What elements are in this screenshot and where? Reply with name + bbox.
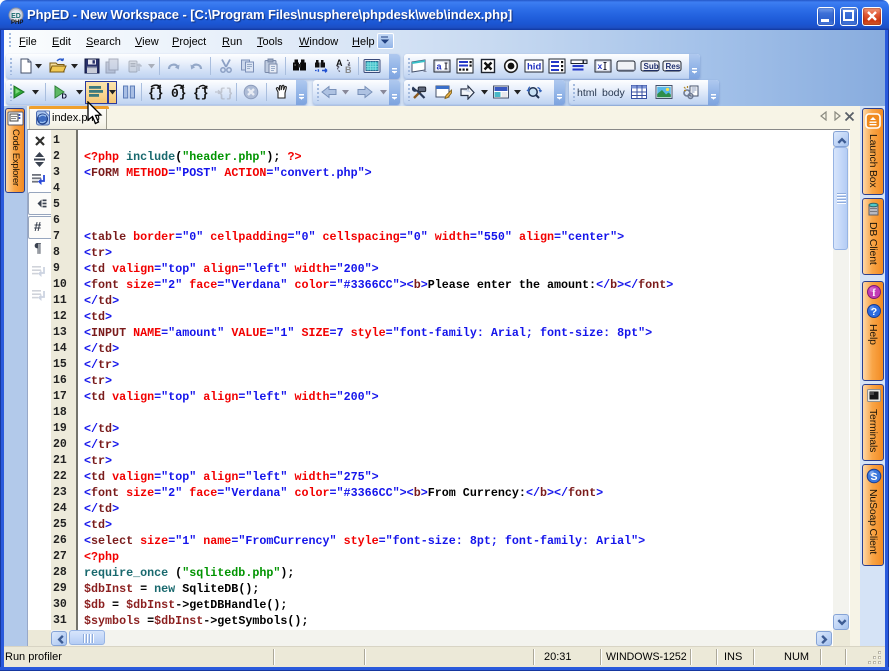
svg-text:{}: {} [218, 86, 232, 100]
svg-text:?: ? [871, 306, 877, 318]
svg-text:Sub: Sub [644, 62, 659, 71]
svg-text:x: x [598, 61, 603, 71]
svg-text:hid: hid [527, 62, 541, 73]
svg-text:0}: 0} [171, 86, 187, 100]
svg-text:ED: ED [11, 13, 21, 20]
svg-text:Res: Res [666, 62, 681, 71]
svg-text:{}: {} [148, 86, 164, 100]
svg-text:B: B [345, 65, 352, 74]
svg-text:PHP: PHP [11, 20, 23, 25]
svg-text:D: D [62, 92, 68, 101]
svg-text:S: S [870, 471, 877, 483]
